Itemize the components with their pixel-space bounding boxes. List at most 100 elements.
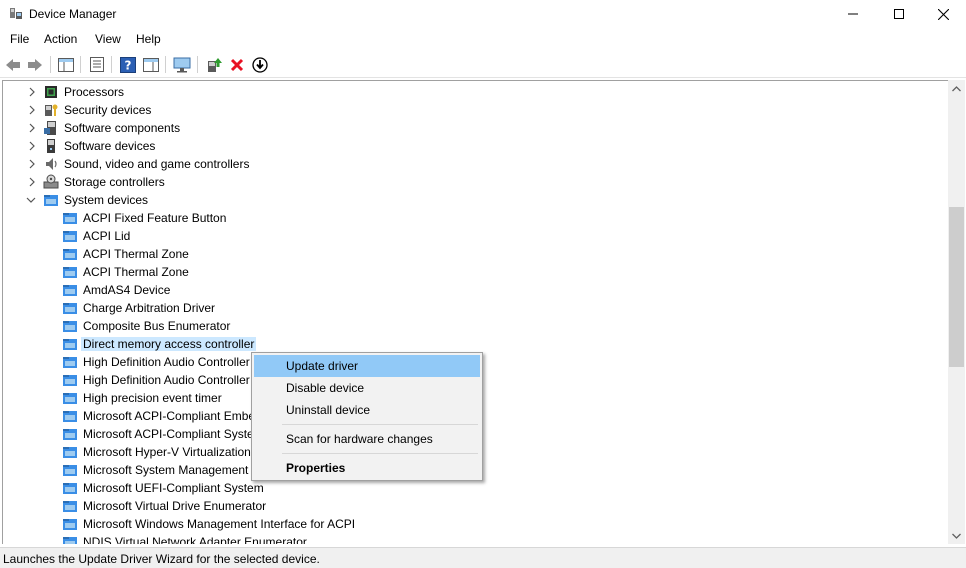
tree-device-item-selected[interactable]: Direct memory access controller bbox=[3, 335, 948, 353]
maximize-button[interactable] bbox=[876, 0, 922, 28]
tree-label: Direct memory access controller bbox=[81, 337, 257, 351]
tree-label: System devices bbox=[64, 193, 149, 207]
chevron-right-icon[interactable] bbox=[27, 86, 37, 98]
chevron-down-icon[interactable] bbox=[26, 194, 36, 206]
context-properties[interactable]: Properties bbox=[254, 457, 480, 479]
system-device-icon bbox=[63, 213, 77, 224]
back-button[interactable] bbox=[4, 56, 22, 73]
tree-label: Microsoft Virtual Drive Enumerator bbox=[83, 499, 267, 513]
maximize-icon bbox=[894, 9, 904, 19]
tree-device-item[interactable]: ACPI Thermal Zone bbox=[3, 245, 948, 263]
chevron-right-icon[interactable] bbox=[27, 122, 37, 134]
status-bar: Launches the Update Driver Wizard for th… bbox=[0, 547, 966, 568]
tree-device-item[interactable]: ACPI Fixed Feature Button bbox=[3, 209, 948, 227]
tree-label: Sound, video and game controllers bbox=[64, 157, 250, 171]
back-arrow-icon bbox=[6, 58, 20, 71]
tree-label: Composite Bus Enumerator bbox=[83, 319, 231, 333]
software-device-icon bbox=[47, 139, 55, 153]
context-item-label: Uninstall device bbox=[286, 403, 371, 417]
title-bar: Device Manager bbox=[0, 0, 966, 28]
minimize-button[interactable] bbox=[830, 0, 876, 28]
system-device-icon bbox=[63, 231, 77, 242]
show-hide-console-tree-icon bbox=[58, 57, 74, 72]
monitor-icon bbox=[173, 57, 191, 72]
show-hide-tree-button[interactable] bbox=[57, 56, 75, 73]
menu-action[interactable]: Action bbox=[44, 32, 77, 46]
download-icon bbox=[252, 56, 268, 73]
context-item-label: Scan for hardware changes bbox=[286, 432, 433, 446]
system-device-icon bbox=[63, 483, 77, 494]
tree-device-item[interactable]: Charge Arbitration Driver bbox=[3, 299, 948, 317]
speaker-icon bbox=[46, 158, 57, 170]
vertical-scrollbar[interactable] bbox=[948, 80, 965, 544]
tree-label: Processors bbox=[64, 85, 125, 99]
toolbar-separator bbox=[197, 56, 198, 73]
security-icon bbox=[45, 104, 58, 116]
tree-category-sound-video-game[interactable]: Sound, video and game controllers bbox=[3, 155, 948, 173]
action-pane-button[interactable] bbox=[142, 56, 160, 73]
tree-label: High precision event timer bbox=[83, 391, 222, 405]
context-item-label: Properties bbox=[286, 461, 346, 475]
context-disable-device[interactable]: Disable device bbox=[254, 377, 480, 399]
tree-category-system-devices[interactable]: System devices bbox=[3, 191, 948, 209]
context-scan-hardware[interactable]: Scan for hardware changes bbox=[254, 428, 480, 450]
tree-label: ACPI Thermal Zone bbox=[83, 265, 189, 279]
tree-device-item[interactable]: NDIS Virtual Network Adapter Enumerator bbox=[3, 533, 948, 544]
tree-label: Software components bbox=[64, 121, 181, 135]
tree-device-item[interactable]: ACPI Lid bbox=[3, 227, 948, 245]
scroll-up-button[interactable] bbox=[948, 80, 965, 97]
download-toolbar-button[interactable] bbox=[251, 56, 269, 73]
tree-category-storage-controllers[interactable]: Storage controllers bbox=[3, 173, 948, 191]
chevron-right-icon[interactable] bbox=[27, 104, 37, 116]
menu-file[interactable]: File bbox=[10, 32, 29, 46]
tree-device-item[interactable]: ACPI Thermal Zone bbox=[3, 263, 948, 281]
close-button[interactable] bbox=[920, 0, 966, 28]
tree-label: ACPI Thermal Zone bbox=[83, 247, 189, 261]
monitor-button[interactable] bbox=[173, 56, 191, 73]
scroll-down-button[interactable] bbox=[948, 527, 965, 544]
tree-label: AmdAS4 Device bbox=[83, 283, 171, 297]
system-device-icon bbox=[63, 411, 77, 422]
menu-help[interactable]: Help bbox=[136, 32, 161, 46]
chevron-up-icon bbox=[952, 85, 961, 91]
system-device-icon bbox=[63, 357, 77, 368]
chevron-right-icon[interactable] bbox=[27, 176, 37, 188]
uninstall-toolbar-button[interactable] bbox=[228, 56, 246, 73]
chevron-right-icon[interactable] bbox=[27, 140, 37, 152]
menu-view[interactable]: View bbox=[95, 32, 121, 46]
context-update-driver[interactable]: Update driver bbox=[254, 355, 480, 377]
system-device-icon bbox=[63, 465, 77, 476]
tree-category-software-components[interactable]: Software components bbox=[3, 119, 948, 137]
update-driver-toolbar-button[interactable] bbox=[205, 56, 223, 73]
scroll-thumb[interactable] bbox=[949, 207, 964, 367]
system-device-icon bbox=[63, 501, 77, 512]
tree-category-software-devices[interactable]: Software devices bbox=[3, 137, 948, 155]
system-folder-icon bbox=[44, 195, 58, 206]
properties-button[interactable] bbox=[88, 56, 106, 73]
tree-category-security-devices[interactable]: Security devices bbox=[3, 101, 948, 119]
forward-button[interactable] bbox=[26, 56, 44, 73]
system-device-icon bbox=[63, 249, 77, 260]
device-manager-icon bbox=[10, 8, 22, 19]
system-device-icon bbox=[63, 285, 77, 296]
toolbar: ? bbox=[0, 51, 966, 78]
tree-device-item[interactable]: Microsoft Windows Management Interface f… bbox=[3, 515, 948, 533]
help-button[interactable]: ? bbox=[119, 56, 137, 73]
toolbar-separator bbox=[111, 56, 112, 73]
tree-device-item[interactable]: Microsoft UEFI-Compliant System bbox=[3, 479, 948, 497]
tree-category-processors[interactable]: Processors bbox=[3, 83, 948, 101]
context-separator bbox=[282, 424, 478, 425]
tree-device-item[interactable]: Microsoft Virtual Drive Enumerator bbox=[3, 497, 948, 515]
toolbar-separator bbox=[50, 56, 51, 73]
context-separator bbox=[282, 453, 478, 454]
help-icon: ? bbox=[120, 56, 136, 73]
system-device-icon bbox=[63, 321, 77, 332]
processor-icon bbox=[45, 86, 57, 98]
context-uninstall-device[interactable]: Uninstall device bbox=[254, 399, 480, 421]
window-title: Device Manager bbox=[29, 7, 117, 21]
tree-device-item[interactable]: AmdAS4 Device bbox=[3, 281, 948, 299]
chevron-right-icon[interactable] bbox=[27, 158, 37, 170]
tree-label: High Definition Audio Controller bbox=[83, 373, 250, 387]
tree-device-item[interactable]: Composite Bus Enumerator bbox=[3, 317, 948, 335]
system-device-icon bbox=[63, 303, 77, 314]
